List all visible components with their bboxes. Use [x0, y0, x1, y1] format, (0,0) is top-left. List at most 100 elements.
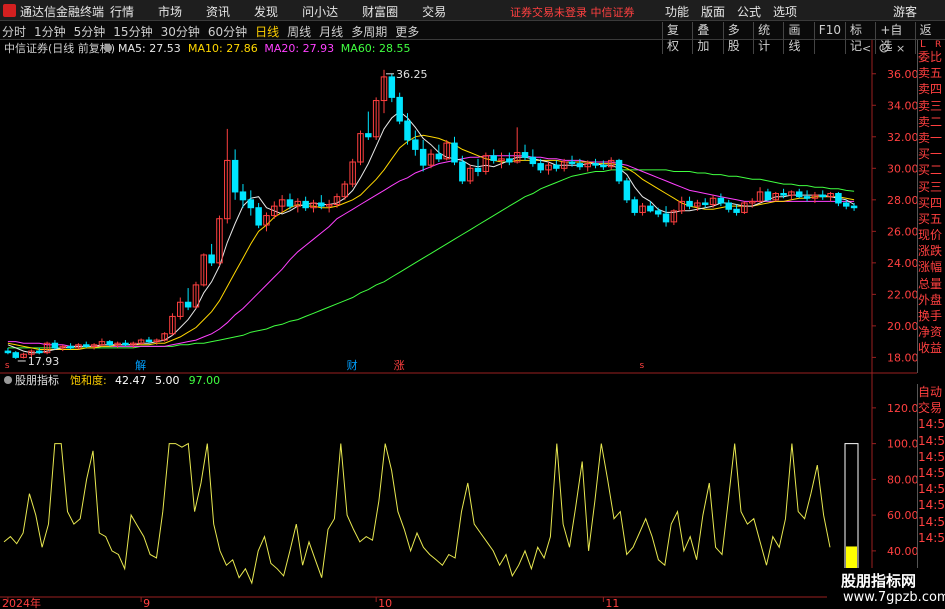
price-tick-label: 32.00: [887, 131, 917, 144]
candle-body: [451, 142, 458, 163]
chevron-left-icon[interactable]: <: [862, 42, 871, 55]
side-item-ask2[interactable]: 卖二: [918, 114, 945, 130]
price-tick-label: 26.00: [887, 225, 917, 238]
watermark-url: www.7gpzb.com: [843, 590, 945, 605]
side-item-bid5[interactable]: 买五: [918, 211, 945, 227]
period-tabs: 分时 1分钟 5分钟 15分钟 30分钟 60分钟 日线 周线 月线 多周期 更…: [2, 23, 419, 40]
menu-item-wealth[interactable]: 财富圈: [362, 3, 398, 20]
saturation-indicator[interactable]: [3, 442, 859, 593]
event-marker-icon: s: [640, 361, 645, 371]
tab-monthly[interactable]: 月线: [319, 23, 343, 40]
side-item-bid4[interactable]: 买四: [918, 195, 945, 211]
candle-body: [843, 202, 850, 207]
candle-body: [850, 205, 858, 209]
menu-item-trade[interactable]: 交易: [422, 3, 446, 20]
side-item-time: 14:56: [918, 465, 945, 480]
tab-60min[interactable]: 60分钟: [208, 23, 247, 40]
side-item-ask1[interactable]: 卖一: [918, 130, 945, 146]
menu-item-layout[interactable]: 版面: [701, 3, 725, 20]
candle-body: [647, 205, 654, 212]
menu-item-quotes[interactable]: 行情: [110, 3, 134, 20]
side-item-ask4[interactable]: 卖四: [918, 81, 945, 97]
menu-item-discover[interactable]: 发现: [254, 3, 278, 20]
menu-item-functions[interactable]: 功能: [665, 3, 689, 20]
menu-item-news[interactable]: 资讯: [206, 3, 230, 20]
price-tick-label: 30.00: [887, 162, 917, 175]
time-tick-label: 2024年: [2, 596, 41, 609]
time-tick-label: 10: [378, 597, 392, 609]
side-item-earnings[interactable]: 收益: [918, 340, 945, 356]
candle-body: [412, 139, 419, 150]
indicator-settings-icon[interactable]: [4, 376, 12, 384]
candle-body: [592, 163, 599, 166]
tab-15min[interactable]: 15分钟: [113, 23, 152, 40]
chart-area[interactable]: 中信证券(日线 前复权) MA5: 27.53 MA10: 27.86 MA20: …: [0, 40, 917, 609]
menu-bar: 通达信金融终端 行情 市场 资讯 发现 问小达 财富圈 交易 证券交易未登录 中…: [0, 0, 945, 21]
candle-body: [686, 200, 693, 207]
candles: [4, 69, 858, 359]
candle-body: [145, 339, 153, 343]
side-item-turnover[interactable]: 换手: [918, 308, 945, 324]
side-item-auto[interactable]: 自动: [918, 384, 945, 400]
tab-daily[interactable]: 日线: [255, 23, 279, 40]
side-item-ask3[interactable]: 卖三: [918, 98, 945, 114]
menu-item-formula[interactable]: 公式: [737, 3, 761, 20]
tab-multi-period[interactable]: 多周期: [351, 23, 387, 40]
side-item-volume[interactable]: 总量: [918, 276, 945, 292]
tab-weekly[interactable]: 周线: [287, 23, 311, 40]
menu-item-options[interactable]: 选项: [773, 3, 797, 20]
guest-user[interactable]: 游客: [893, 3, 917, 20]
side-item-time: 14:56: [918, 482, 945, 497]
menu-item-market[interactable]: 市场: [158, 3, 182, 20]
settings-dot-icon[interactable]: [104, 44, 112, 52]
app-title: 通达信金融终端: [20, 5, 105, 19]
price-tick-label: 18.00: [887, 351, 917, 364]
trade-side-panel: 自动 交易 14:56 14:56 14:56 14:56 14:56 14:5…: [917, 384, 945, 568]
tab-intraday[interactable]: 分时: [2, 23, 26, 40]
side-item-time: 14:56: [918, 514, 945, 529]
candle-body: [208, 254, 215, 264]
tab-30min[interactable]: 30分钟: [161, 23, 200, 40]
tab-5min[interactable]: 5分钟: [74, 23, 106, 40]
candle-body: [615, 159, 623, 182]
tab-more[interactable]: 更多: [395, 23, 419, 40]
low-price-label: 17.93: [28, 355, 60, 368]
candle-body: [835, 193, 842, 204]
candle-body: [459, 161, 466, 182]
side-item-time: 14:56: [918, 417, 945, 432]
event-markers: s解财涨s: [5, 358, 645, 372]
side-item-net-assets[interactable]: 净资: [918, 324, 945, 340]
side-item-bid2[interactable]: 买二: [918, 162, 945, 178]
price-tick-label: 28.00: [887, 194, 917, 207]
candle-body: [795, 191, 803, 198]
candle-body: [247, 199, 255, 209]
side-item-committee-ratio[interactable]: 委比: [918, 49, 945, 65]
price-tick-label: 20.00: [887, 320, 917, 333]
indicator-name: 饱和度:: [70, 373, 107, 387]
indicator-tick-label: 80.00: [887, 473, 917, 486]
side-item-change[interactable]: 涨跌: [918, 243, 945, 259]
watermark: 股朋指标网 www.7gpzb.com: [827, 568, 945, 609]
tab-1min[interactable]: 1分钟: [34, 23, 66, 40]
menu-item-ask[interactable]: 问小达: [302, 3, 338, 20]
candle-body: [733, 208, 740, 213]
side-item-time: 14:56: [918, 530, 945, 545]
side-item-outer[interactable]: 外盘: [918, 292, 945, 308]
candle-body: [239, 191, 247, 201]
side-item-ask5[interactable]: 卖五: [918, 65, 945, 81]
side-item-trade[interactable]: 交易: [918, 400, 945, 416]
candle-body: [474, 167, 482, 172]
close-icon[interactable]: ×: [896, 42, 905, 55]
candle-body: [12, 352, 19, 358]
candle-body: [184, 301, 192, 308]
candle-body: [231, 159, 239, 193]
login-status[interactable]: 证券交易未登录 中信证券: [510, 4, 635, 20]
candle-body: [67, 345, 74, 349]
side-item-change-pct[interactable]: 涨幅: [918, 259, 945, 275]
side-item-bid3[interactable]: 买三: [918, 179, 945, 195]
candle-body: [631, 199, 638, 213]
side-item-price[interactable]: 现价: [918, 227, 945, 243]
side-item-bid1[interactable]: 买一: [918, 146, 945, 162]
candle-body: [717, 197, 725, 204]
zoom-icon[interactable]: [879, 43, 889, 53]
